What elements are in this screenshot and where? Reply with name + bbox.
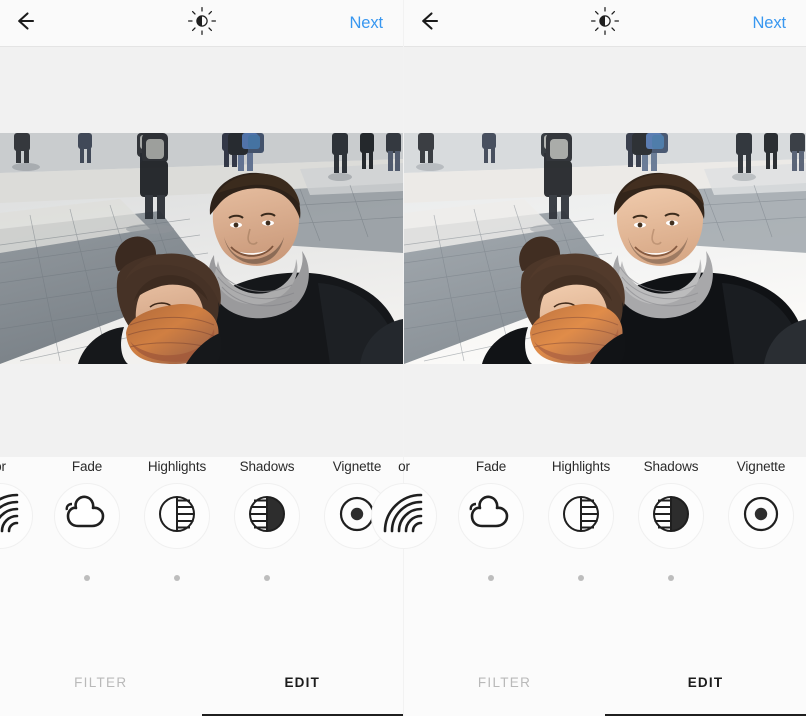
photo-stage — [404, 47, 806, 457]
arrow-left-icon — [16, 10, 42, 37]
tool-circle — [234, 483, 300, 549]
tab-edit[interactable]: EDIT — [202, 659, 404, 716]
next-button[interactable]: Next — [742, 0, 806, 47]
back-button[interactable] — [404, 0, 462, 47]
tool-fade[interactable]: Fade — [446, 457, 536, 549]
tools-row: or — [404, 457, 806, 575]
bottom-tabbar: FILTER EDIT — [404, 659, 806, 716]
shadows-circle-icon — [247, 494, 287, 539]
tool-highlights[interactable]: Highlights — [132, 457, 222, 549]
photo-stage — [0, 47, 403, 457]
tools-area: or — [0, 457, 403, 716]
adjusted-dot-fade — [84, 575, 90, 581]
panel-header: Next — [0, 0, 403, 47]
tool-circle — [638, 483, 704, 549]
editor-panel-after: Next — [403, 0, 806, 716]
shadows-circle-icon — [651, 494, 691, 539]
next-button[interactable]: Next — [339, 0, 403, 47]
vignette-circle-icon — [741, 494, 781, 539]
tool-circle — [458, 483, 524, 549]
tool-highlights[interactable]: Highlights — [536, 457, 626, 549]
tool-circle — [144, 483, 210, 549]
highlights-circle-icon — [157, 494, 197, 539]
fade-cloud-icon — [65, 495, 109, 538]
tab-filter[interactable]: FILTER — [404, 659, 605, 716]
fade-cloud-icon — [469, 495, 513, 538]
tool-color[interactable]: or — [359, 457, 449, 549]
tool-shadows[interactable]: Shadows — [626, 457, 716, 549]
highlights-circle-icon — [561, 494, 601, 539]
arrow-left-icon — [420, 10, 446, 37]
tools-area: or — [404, 457, 806, 716]
brightness-sun-icon[interactable] — [187, 6, 217, 41]
tool-circle — [728, 483, 794, 549]
tab-edit[interactable]: EDIT — [605, 659, 806, 716]
adjusted-dot-shadows — [668, 575, 674, 581]
tool-shadows[interactable]: Shadows — [222, 457, 312, 549]
tool-color[interactable]: or — [0, 457, 45, 549]
editor-panel-before: Next — [0, 0, 403, 716]
comparison-screenshot: Next — [0, 0, 806, 716]
color-arcs-icon — [0, 493, 21, 540]
tool-vignette[interactable]: Vignette — [716, 457, 806, 549]
tool-adjusted-indicators — [404, 575, 806, 595]
adjusted-dot-fade — [488, 575, 494, 581]
tab-filter[interactable]: FILTER — [0, 659, 202, 716]
adjusted-dot-shadows — [264, 575, 270, 581]
panel-header: Next — [404, 0, 806, 47]
bottom-tabbar: FILTER EDIT — [0, 659, 403, 716]
tool-circle — [0, 483, 33, 549]
photo-preview-before[interactable] — [0, 133, 403, 364]
tool-circle — [371, 483, 437, 549]
tools-row: or — [0, 457, 403, 575]
color-arcs-icon — [383, 493, 425, 540]
tool-fade[interactable]: Fade — [42, 457, 132, 549]
tool-circle — [548, 483, 614, 549]
adjusted-dot-highlights — [578, 575, 584, 581]
adjusted-dot-highlights — [174, 575, 180, 581]
brightness-sun-icon[interactable] — [590, 6, 620, 41]
tool-circle — [54, 483, 120, 549]
photo-preview-after[interactable] — [404, 133, 806, 364]
tool-adjusted-indicators — [0, 575, 403, 595]
back-button[interactable] — [0, 0, 58, 47]
